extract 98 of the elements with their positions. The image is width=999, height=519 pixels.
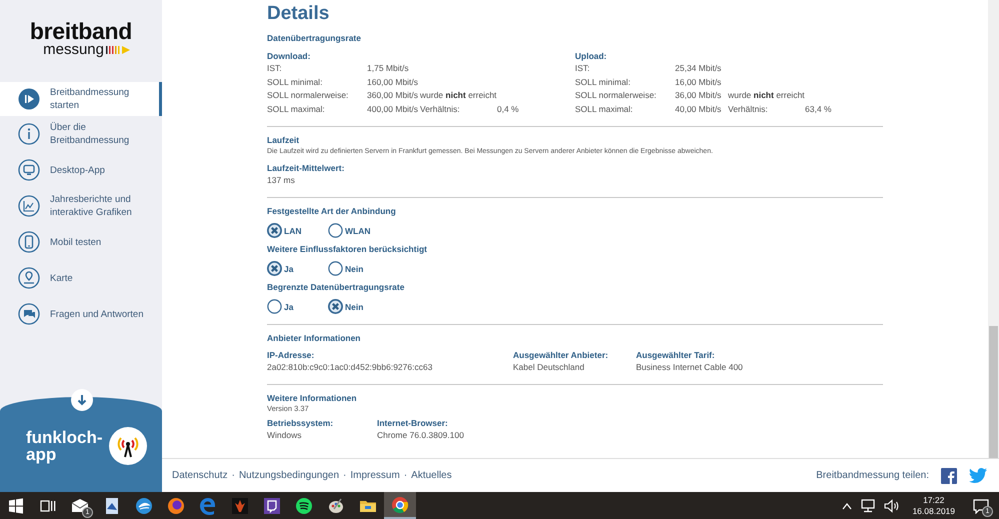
clock[interactable]: 17:22 16.08.2019 [908, 494, 959, 516]
radio-option[interactable]: Nein [328, 261, 389, 276]
logo-bars-icon [106, 44, 132, 54]
footer-link[interactable]: Impressum [350, 470, 400, 481]
row-label: SOLL minimal: [575, 76, 632, 88]
radio-option[interactable]: Nein [328, 299, 389, 314]
radio-option[interactable]: Ja [267, 261, 328, 276]
nav-item[interactable]: Mobil testen [0, 224, 162, 260]
row-label: SOLL normalerweise: [267, 89, 350, 102]
field-label: IP-Adresse: [267, 350, 316, 361]
field-label: Laufzeit-Mittelwert: [267, 163, 346, 174]
ratio-value: 0,4 % [497, 102, 519, 116]
column-title: Upload: [575, 51, 608, 62]
ratio-value: 63,4 % [805, 102, 832, 116]
row-value: 360,00 Mbit/s [367, 89, 420, 102]
chart-icon [18, 195, 40, 217]
field-label: Internet-Browser: [377, 418, 449, 429]
windows-logo-icon [7, 496, 25, 514]
nav-item[interactable]: Fragen und Antworten [0, 296, 162, 332]
speech-bubble-icon [973, 498, 989, 514]
play-icon [18, 88, 40, 110]
footer-link[interactable]: Aktuelles [411, 470, 452, 481]
field-label: Ausgewählter Anbieter: [513, 350, 610, 361]
row-value: 25,34 Mbit/s [675, 62, 722, 75]
nav-item[interactable]: Über die Breitbandmessung [0, 116, 162, 152]
row-note: wurde nicht erreicht [420, 89, 497, 102]
nav-item[interactable]: Breitbandmessung starten [0, 82, 162, 116]
footer-link[interactable]: Nutzungsbedingungen [238, 470, 340, 481]
radio-option[interactable]: LAN [267, 223, 328, 238]
share-label: Breitbandmessung teilen: [816, 470, 929, 481]
section-heading: Anbieter Informationen [267, 333, 362, 344]
row-value: 160,00 Mbit/s [367, 76, 420, 88]
row-note: Verhältnis: [420, 102, 461, 116]
row-note: Verhältnis: [728, 102, 769, 116]
chat-bubble-icon [263, 496, 281, 514]
separator-dot: · [404, 470, 408, 481]
row-label: IST: [575, 62, 591, 75]
row-label: SOLL maximal: [575, 102, 634, 116]
section-heading: Weitere Informationen [267, 393, 358, 404]
field-value: Business Internet Cable 400 [636, 361, 744, 374]
promo-title[interactable]: funkloch- app [26, 429, 102, 463]
map-pin-icon [18, 267, 40, 289]
logo-title: breitband [30, 20, 132, 42]
speaker-icon[interactable] [884, 498, 900, 512]
twitter-icon[interactable] [969, 468, 987, 483]
envelope-icon [71, 496, 89, 514]
info-icon [18, 123, 40, 145]
row-label: SOLL normalerweise: [575, 89, 658, 102]
nav-item[interactable]: Desktop-App [0, 152, 162, 188]
row-value: 40,00 Mbit/s [675, 102, 722, 116]
field-value: Windows [267, 429, 302, 442]
logo-subtitle: messung [43, 42, 104, 57]
row-value: 400,00 Mbit/s [367, 102, 420, 116]
radio-option[interactable]: WLAN [328, 223, 389, 238]
radio-option[interactable]: Ja [267, 299, 328, 314]
chrome-icon [391, 496, 409, 514]
row-value: 36,00 Mbit/s [675, 89, 722, 102]
row-value: 16,00 Mbit/s [675, 76, 722, 88]
palette-icon [327, 496, 345, 514]
antenna-icon [108, 427, 146, 465]
row-label: SOLL maximal: [267, 102, 326, 116]
row-value: 1,75 Mbit/s [367, 62, 410, 75]
section-heading: Festgestellte Art der Anbindung [267, 206, 397, 217]
field-label: Betriebssystem: [267, 418, 334, 429]
spotify-icon [295, 496, 313, 514]
bird-icon [135, 496, 153, 514]
phone-icon [18, 231, 40, 253]
field-label: Ausgewählter Tarif: [636, 350, 716, 361]
clock-time: 17:22 [923, 494, 944, 506]
field-value: Chrome 76.0.3809.100 [377, 429, 465, 442]
section-heading: Laufzeit [267, 135, 300, 146]
field-value: 137 ms [267, 174, 296, 187]
section-heading: Begrenzte Datenübertragungsrate [267, 282, 406, 293]
monitor-icon [18, 159, 40, 181]
row-label: SOLL minimal: [267, 76, 324, 88]
network-icon[interactable] [860, 498, 876, 512]
section-heading: Datenübertragungsrate [267, 33, 362, 44]
document-icon [103, 496, 121, 514]
chat-icon [18, 303, 40, 325]
scrollbar[interactable] [988, 0, 999, 458]
footer-link[interactable]: Datenschutz [172, 470, 228, 481]
edge-icon [199, 496, 217, 514]
row-label: IST: [267, 62, 283, 75]
caret-up-icon[interactable] [842, 502, 852, 510]
nav-item[interactable]: Jahresberichte und interaktive Grafiken [0, 188, 162, 224]
clock-date: 16.08.2019 [912, 506, 955, 516]
facebook-icon[interactable] [941, 468, 957, 484]
column-title: Download: [267, 51, 312, 62]
row-note: wurde nicht erreicht [728, 89, 805, 102]
separator-dot: · [232, 470, 235, 481]
taskbar-button[interactable] [384, 492, 416, 519]
nav-item[interactable]: Karte [0, 260, 162, 296]
field-value: Kabel Deutschland [513, 361, 586, 374]
arrow-down-icon[interactable] [71, 389, 93, 411]
page-title: Details [267, 3, 330, 25]
field-value: 2a02:810b:c9c0:1ac0:d452:9bb6:9276:cc63 [267, 361, 434, 374]
section-heading: Weitere Einflussfaktoren berücksichtigt [267, 244, 428, 255]
separator-dot: · [343, 470, 346, 481]
